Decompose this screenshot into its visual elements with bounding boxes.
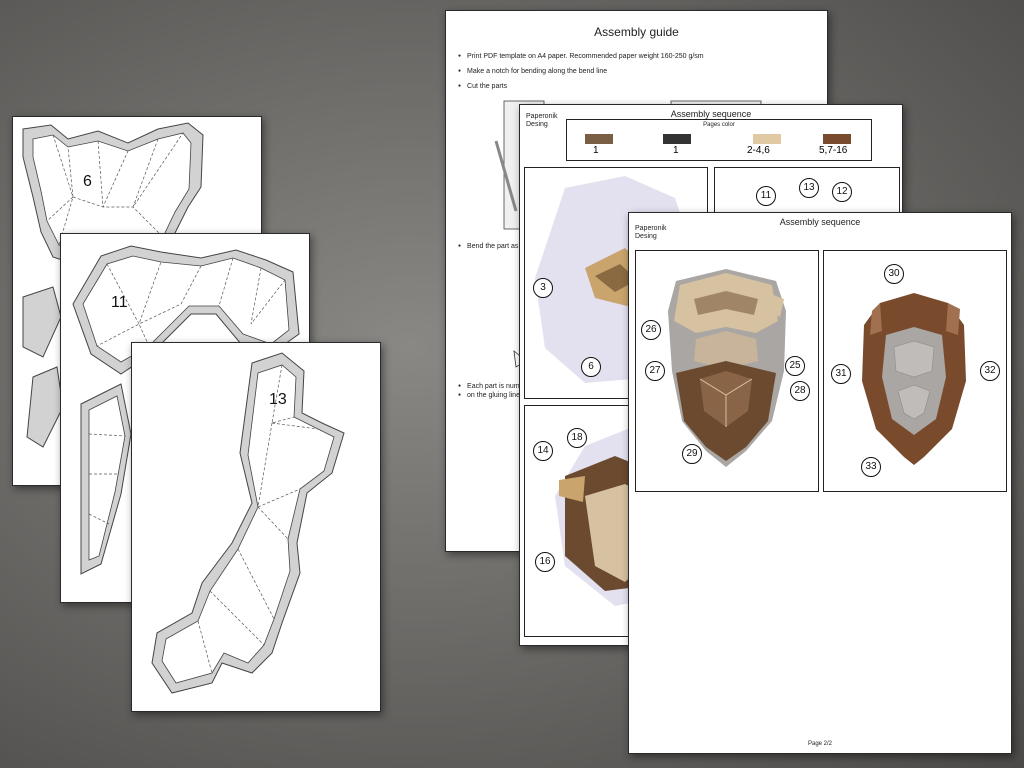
legend-swatch-2 xyxy=(663,134,691,144)
legend-label-2: 1 xyxy=(673,145,679,156)
callout-31: 31 xyxy=(831,364,851,384)
callout-13: 13 xyxy=(799,178,819,198)
part-13-outline xyxy=(151,352,345,694)
assembly-sequence-page-2: Assembly sequence Paperonik Desing Page … xyxy=(628,212,1012,754)
callout-28: 28 xyxy=(790,381,810,401)
guide-bullet-6: on the gluing line xyxy=(458,392,520,399)
pages-color-legend: Pages color 1 1 2-4,6 5,7-16 xyxy=(566,119,872,161)
callout-6: 6 xyxy=(581,357,601,377)
legend-label-3: 2-4,6 xyxy=(747,145,770,156)
page-number: Page 2/2 xyxy=(807,741,833,747)
callout-18: 18 xyxy=(567,428,587,448)
part-number: 6 xyxy=(83,173,92,190)
callout-14: 14 xyxy=(533,441,553,461)
legend-title: Pages color xyxy=(703,122,735,128)
part-number: 11 xyxy=(111,294,128,311)
callout-12: 12 xyxy=(832,182,852,202)
template-sheet-13: 13 xyxy=(131,342,381,712)
legend-swatch-3 xyxy=(753,134,781,144)
legend-label-1: 1 xyxy=(593,145,599,156)
callout-16: 16 xyxy=(535,552,555,572)
legend-swatch-4 xyxy=(823,134,851,144)
callout-11: 11 xyxy=(756,186,776,206)
part-number: 13 xyxy=(269,391,287,408)
callout-29: 29 xyxy=(682,444,702,464)
callout-3: 3 xyxy=(533,278,553,298)
sequence-title: Assembly sequence xyxy=(779,217,861,227)
callout-27: 27 xyxy=(645,361,665,381)
callout-25: 25 xyxy=(785,356,805,376)
legend-label-4: 5,7-16 xyxy=(819,145,848,156)
sequence-title: Assembly sequence xyxy=(670,109,752,119)
guide-bullet-5: Each part is num xyxy=(458,383,520,390)
brand-name: Paperonik Desing xyxy=(635,225,667,240)
guide-bullet-4: Bend the part as xyxy=(458,243,518,250)
legend-swatch-1 xyxy=(585,134,613,144)
brand-name: Paperonik Desing xyxy=(526,113,558,128)
callout-33: 33 xyxy=(861,457,881,477)
callout-30: 30 xyxy=(884,264,904,284)
callout-26: 26 xyxy=(641,320,661,340)
lion-mane-assembly xyxy=(862,293,966,465)
callout-32: 32 xyxy=(980,361,1000,381)
